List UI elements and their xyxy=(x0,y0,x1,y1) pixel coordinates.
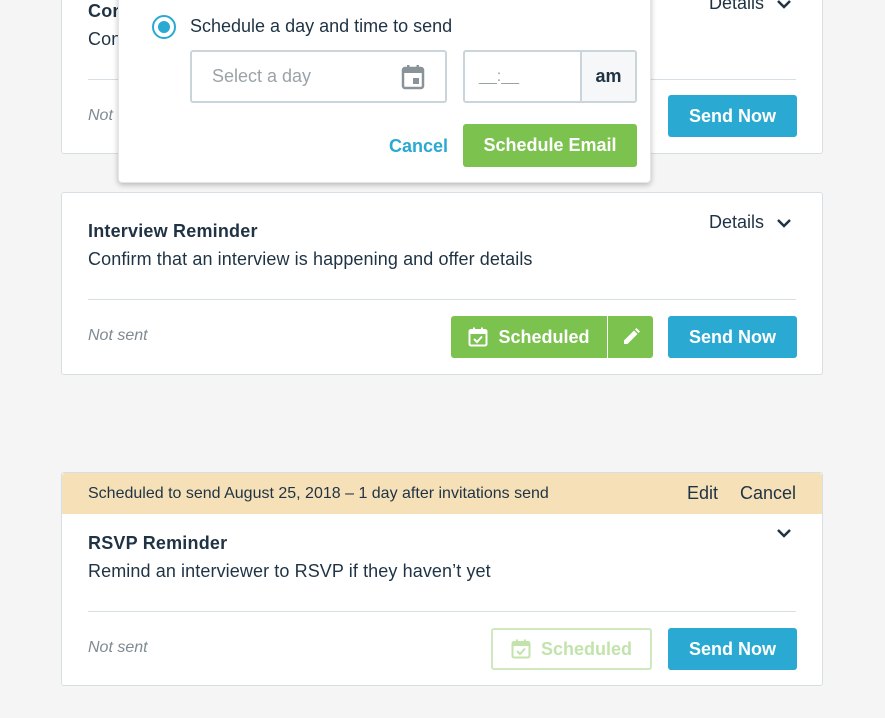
send-now-button[interactable]: Send Now xyxy=(668,95,797,137)
schedule-radio-label: Schedule a day and time to send xyxy=(190,16,453,36)
chevron-down-icon xyxy=(777,218,791,228)
card-title: RSVP Reminder xyxy=(88,533,228,553)
scheduled-label: Scheduled xyxy=(540,638,633,659)
chevron-down-icon xyxy=(777,0,791,9)
send-status: Not sent xyxy=(88,639,148,656)
details-label: Details xyxy=(708,212,764,232)
calendar-check-icon xyxy=(511,639,531,659)
send-now-button[interactable]: Send Now xyxy=(668,316,797,358)
banner-edit-link[interactable]: Edit xyxy=(687,483,718,504)
email-card-interview-reminder: Interview Reminder Confirm that an inter… xyxy=(61,192,823,375)
edit-schedule-button[interactable] xyxy=(608,316,653,358)
card-divider xyxy=(88,299,796,300)
day-input[interactable]: Select a day xyxy=(190,50,447,103)
card-description: Con xyxy=(88,29,122,49)
send-status: Not xyxy=(88,107,113,124)
card-divider xyxy=(88,611,796,612)
time-input[interactable]: __:__ am xyxy=(463,50,637,103)
chevron-down-icon xyxy=(777,529,791,538)
details-toggle[interactable] xyxy=(776,525,792,541)
send-now-button[interactable]: Send Now xyxy=(668,628,797,670)
details-label: Details xyxy=(708,0,764,13)
card-description: Remind an interviewer to RSVP if they ha… xyxy=(88,561,491,581)
schedule-popover: Schedule a day and time to send Select a… xyxy=(118,0,651,183)
card-title: Interview Reminder xyxy=(88,221,258,241)
scheduled-label: Scheduled xyxy=(498,326,590,347)
send-status: Not sent xyxy=(88,327,148,344)
details-toggle[interactable]: Details xyxy=(709,212,792,233)
ampm-toggle[interactable]: am xyxy=(580,52,635,101)
schedule-radio[interactable] xyxy=(152,15,176,39)
time-placeholder[interactable]: __:__ xyxy=(465,52,580,101)
scheduled-button-disabled: Scheduled xyxy=(491,628,652,670)
day-placeholder: Select a day xyxy=(212,66,312,86)
details-toggle[interactable]: Details xyxy=(709,0,792,14)
cancel-button[interactable]: Cancel xyxy=(389,136,448,157)
scheduled-banner: Scheduled to send August 25, 2018 – 1 da… xyxy=(62,473,822,514)
radio-selected-dot xyxy=(158,21,170,33)
schedule-email-button[interactable]: Schedule Email xyxy=(463,124,637,167)
card-description: Confirm that an interview is happening a… xyxy=(88,249,533,269)
pencil-icon xyxy=(623,328,640,344)
banner-cancel-link[interactable]: Cancel xyxy=(740,483,796,504)
banner-text: Scheduled to send August 25, 2018 – 1 da… xyxy=(88,484,549,502)
calendar-check-icon xyxy=(468,327,488,347)
calendar-icon[interactable] xyxy=(401,64,425,90)
scheduled-button[interactable]: Scheduled xyxy=(451,316,607,358)
email-card-rsvp-reminder: Scheduled to send August 25, 2018 – 1 da… xyxy=(61,472,823,686)
